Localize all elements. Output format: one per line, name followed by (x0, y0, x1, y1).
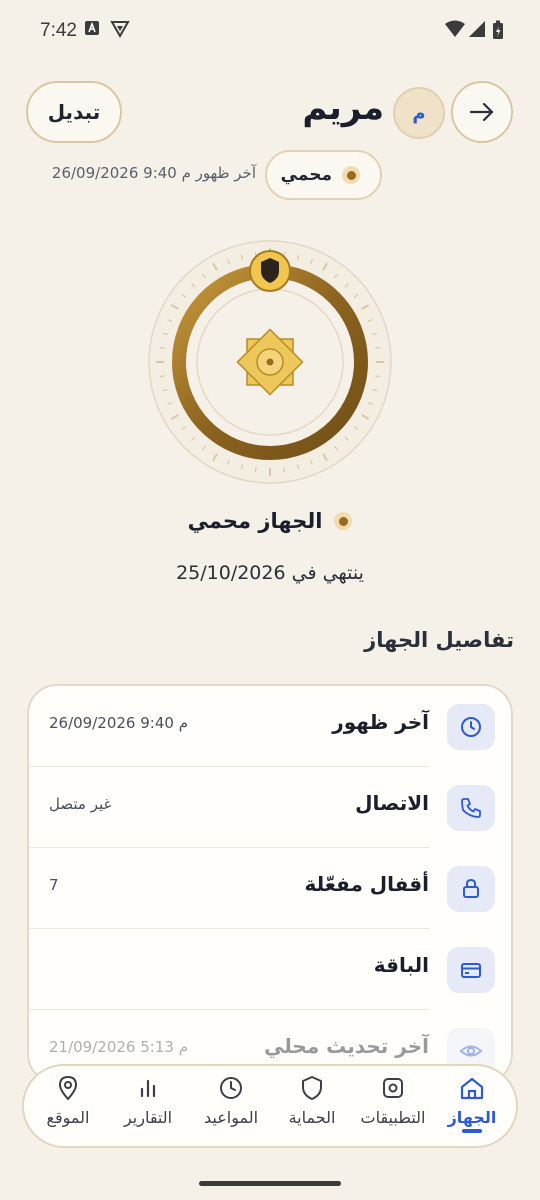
detail-label: أقفال مفعّلة (304, 872, 429, 896)
nav-label: التقارير (123, 1108, 173, 1127)
detail-value: م 9:40 26/09/2026 (49, 714, 188, 732)
phone-icon (447, 785, 495, 831)
detail-row-locks: أقفال مفعّلة 7 (29, 848, 511, 929)
detail-label: آخر ظهور (332, 710, 429, 734)
device-status: الجهاز محمي (150, 505, 390, 537)
ring-tick (283, 467, 286, 473)
status-bar: 7:42 (0, 0, 540, 64)
child-name: مريم (302, 88, 384, 128)
clock-icon (220, 1077, 242, 1099)
ring-tick (375, 375, 381, 378)
lock-icon (447, 866, 495, 912)
nav-item-apps[interactable]: التطبيقات (353, 1074, 433, 1140)
section-title: تفاصيل الجهاز (364, 628, 514, 652)
shield-icon (302, 1076, 322, 1100)
ring-tick (159, 375, 165, 378)
shield-badge-icon (249, 250, 291, 292)
nav-item-device[interactable]: الجهاز (432, 1074, 512, 1140)
switch-button[interactable]: تبديل (26, 81, 122, 143)
protection-ring (148, 240, 392, 484)
nav-label: الموقع (46, 1108, 90, 1127)
battery-icon (493, 20, 503, 39)
device-status-text: الجهاز محمي (187, 509, 323, 533)
nav-label: الجهاز (447, 1108, 497, 1127)
home-indicator (199, 1181, 341, 1186)
status-dot-icon (342, 166, 360, 184)
detail-label: الاتصال (355, 791, 429, 815)
chart-icon (140, 1079, 156, 1098)
nav-label: الحماية (288, 1108, 336, 1127)
notification-icon (85, 21, 99, 35)
nav-label: المواعيد (203, 1108, 259, 1127)
nav-item-protection[interactable]: الحماية (272, 1074, 352, 1140)
nav-item-reports[interactable]: التقارير (108, 1074, 188, 1140)
detail-label: الباقة (373, 953, 429, 977)
home-icon (460, 1077, 484, 1100)
detail-label: آخر تحديث محلي (264, 1034, 429, 1058)
ring-tick (254, 467, 257, 473)
detail-row-connection: الاتصال غير متصل (29, 767, 511, 848)
star-emblem-icon (236, 328, 304, 396)
status-time: 7:42 (40, 20, 77, 41)
nav-label: التطبيقات (360, 1108, 426, 1127)
arrow-right-icon (469, 102, 494, 122)
detail-value: 7 (49, 876, 59, 894)
wifi-icon (445, 20, 465, 37)
clock-icon (447, 704, 495, 750)
detail-row-last-seen: آخر ظهور م 9:40 26/09/2026 (29, 686, 511, 767)
detail-value: غير متصل (49, 795, 112, 813)
ring-tick (159, 346, 165, 349)
detail-value: م 5:13 21/09/2026 (49, 1038, 188, 1056)
expiry-date: ينتهي في 25/10/2026 (176, 562, 364, 584)
active-indicator (462, 1129, 482, 1133)
device-details-card[interactable]: آخر ظهور م 9:40 26/09/2026 الاتصال غير م… (27, 684, 513, 1084)
bottom-navigation: الجهاز التطبيقات الحماية المواعيد التقار… (22, 1064, 518, 1148)
last-seen-header: آخر ظهور م 9:40 26/09/2026 (51, 164, 256, 182)
location-icon (58, 1075, 78, 1101)
ring-tick (375, 346, 381, 349)
protected-label: محمي (280, 165, 332, 185)
vpn-shield-icon (110, 21, 130, 38)
card-icon (447, 947, 495, 993)
signal-icon (469, 21, 485, 37)
protected-status-pill: محمي (265, 150, 382, 200)
nav-item-location[interactable]: الموقع (28, 1074, 108, 1140)
status-dot-icon (334, 512, 353, 530)
nav-item-schedules[interactable]: المواعيد (191, 1074, 271, 1140)
detail-row-plan: الباقة (29, 929, 511, 1010)
avatar: م (393, 87, 445, 139)
apps-icon (383, 1078, 403, 1098)
back-button[interactable] (451, 81, 513, 143)
